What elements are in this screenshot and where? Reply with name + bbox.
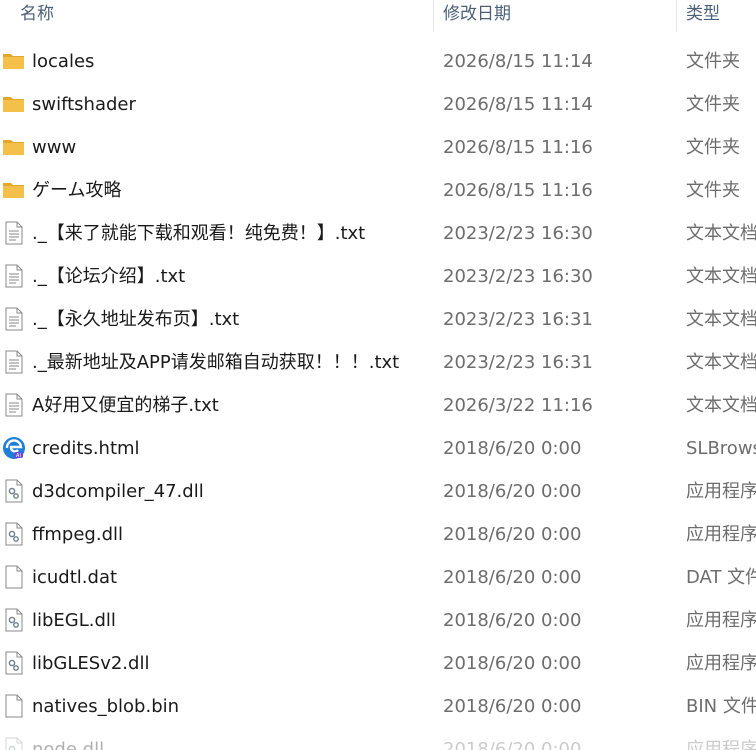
file-type: 文本文档 [686, 395, 756, 416]
file-type: 文件夹 [686, 94, 740, 115]
file-type: 文本文档 [686, 223, 756, 244]
file-type: 文本文档 [686, 266, 756, 287]
file-date-modified: 2018/6/20 0:00 [443, 438, 582, 459]
dll-file-icon [2, 522, 26, 546]
file-name: icudtl.dat [32, 567, 118, 588]
file-date-modified: 2018/6/20 0:00 [443, 696, 582, 717]
file-type: 文本文档 [686, 352, 756, 373]
file-date-modified: 2023/2/23 16:31 [443, 352, 593, 373]
file-name: credits.html [32, 438, 140, 459]
dll-file-icon [2, 651, 26, 675]
file-row[interactable]: libEGL.dll 2018/6/20 0:00 应用程序扩展 [0, 599, 756, 642]
file-type: 应用程序扩展 [686, 653, 756, 674]
file-type: 应用程序扩展 [686, 481, 756, 502]
column-header: 名称 修改日期 类型 [0, 0, 756, 34]
folder-icon [2, 92, 26, 116]
file-date-modified: 2026/8/15 11:16 [443, 180, 593, 201]
folder-icon [2, 135, 26, 159]
file-name: natives_blob.bin [32, 696, 180, 717]
file-row[interactable]: AI credits.html 2018/6/20 0:00 SLBrowser [0, 427, 756, 470]
file-row[interactable]: icudtl.dat 2018/6/20 0:00 DAT 文件 [0, 556, 756, 599]
file-name: swiftshader [32, 94, 136, 115]
text-file-icon [2, 307, 26, 331]
file-explorer-window: 名称 修改日期 类型 locales 2026/8/15 11:14 文件夹 swif… [0, 0, 756, 750]
file-row[interactable]: www 2026/8/15 11:16 文件夹 [0, 126, 756, 169]
blank-file-icon [2, 694, 26, 718]
file-date-modified: 2026/3/22 11:16 [443, 395, 593, 416]
file-type: 文本文档 [686, 309, 756, 330]
file-row[interactable]: ._最新地址及APP请发邮箱自动获取！！！.txt 2023/2/23 16:31… [0, 341, 756, 384]
file-row[interactable]: ._【永久地址发布页】.txt 2023/2/23 16:31 文本文档 [0, 298, 756, 341]
svg-text:AI: AI [16, 453, 21, 459]
file-type: 文件夹 [686, 137, 740, 158]
text-file-icon [2, 221, 26, 245]
file-row[interactable]: node.dll 2018/6/20 0:00 应用程序扩展 [0, 728, 756, 750]
file-name: ._最新地址及APP请发邮箱自动获取！！！.txt [32, 352, 400, 373]
file-name: ._【论坛介绍】.txt [32, 266, 186, 287]
file-type: DAT 文件 [686, 567, 756, 588]
file-date-modified: 2026/8/15 11:14 [443, 51, 593, 72]
column-divider[interactable] [676, 0, 677, 32]
text-file-icon [2, 393, 26, 417]
file-name: ゲーム攻略 [32, 180, 122, 201]
file-row[interactable]: ゲーム攻略 2026/8/15 11:16 文件夹 [0, 169, 756, 212]
column-header-date-modified[interactable]: 修改日期 [443, 0, 511, 30]
folder-icon [2, 178, 26, 202]
file-name: libGLESv2.dll [32, 653, 150, 674]
file-row[interactable]: libGLESv2.dll 2018/6/20 0:00 应用程序扩展 [0, 642, 756, 685]
file-name: www [32, 137, 77, 158]
column-header-type[interactable]: 类型 [686, 0, 720, 30]
file-row[interactable]: A好用又便宜的梯子.txt 2026/3/22 11:16 文本文档 [0, 384, 756, 427]
text-file-icon [2, 350, 26, 374]
file-date-modified: 2018/6/20 0:00 [443, 524, 582, 545]
file-type: BIN 文件 [686, 696, 756, 717]
file-name: ._【来了就能下载和观看！纯免费！】.txt [32, 223, 366, 244]
file-row[interactable]: locales 2026/8/15 11:14 文件夹 [0, 40, 756, 83]
file-name: A好用又便宜的梯子.txt [32, 395, 219, 416]
file-name: libEGL.dll [32, 610, 116, 631]
file-row[interactable]: swiftshader 2026/8/15 11:14 文件夹 [0, 83, 756, 126]
file-name: ._【永久地址发布页】.txt [32, 309, 240, 330]
file-row[interactable]: ffmpeg.dll 2018/6/20 0:00 应用程序扩展 [0, 513, 756, 556]
file-type: 应用程序扩展 [686, 739, 756, 750]
file-type: 应用程序扩展 [686, 610, 756, 631]
dll-file-icon [2, 608, 26, 632]
file-date-modified: 2023/2/23 16:31 [443, 309, 593, 330]
column-header-name[interactable]: 名称 [20, 0, 54, 30]
file-name: node.dll [32, 739, 105, 750]
file-row[interactable]: d3dcompiler_47.dll 2018/6/20 0:00 应用程序扩展 [0, 470, 756, 513]
file-type: 文件夹 [686, 51, 740, 72]
file-date-modified: 2026/8/15 11:16 [443, 137, 593, 158]
browser-html-icon: AI [2, 436, 26, 460]
column-divider[interactable] [433, 0, 434, 32]
file-date-modified: 2018/6/20 0:00 [443, 739, 582, 750]
file-date-modified: 2026/8/15 11:14 [443, 94, 593, 115]
file-name: d3dcompiler_47.dll [32, 481, 204, 502]
file-date-modified: 2018/6/20 0:00 [443, 481, 582, 502]
file-type: 应用程序扩展 [686, 524, 756, 545]
file-type: SLBrowser [686, 438, 756, 459]
text-file-icon [2, 264, 26, 288]
file-date-modified: 2018/6/20 0:00 [443, 567, 582, 588]
file-type: 文件夹 [686, 180, 740, 201]
file-date-modified: 2018/6/20 0:00 [443, 653, 582, 674]
file-date-modified: 2018/6/20 0:00 [443, 610, 582, 631]
file-date-modified: 2023/2/23 16:30 [443, 266, 593, 287]
file-date-modified: 2023/2/23 16:30 [443, 223, 593, 244]
dll-file-icon [2, 479, 26, 503]
file-name: ffmpeg.dll [32, 524, 124, 545]
blank-file-icon [2, 565, 26, 589]
file-row[interactable]: ._【来了就能下载和观看！纯免费！】.txt 2023/2/23 16:30 文本文… [0, 212, 756, 255]
folder-icon [2, 49, 26, 73]
file-row[interactable]: ._【论坛介绍】.txt 2023/2/23 16:30 文本文档 [0, 255, 756, 298]
dll-file-icon [2, 737, 26, 750]
file-name: locales [32, 51, 95, 72]
file-row[interactable]: natives_blob.bin 2018/6/20 0:00 BIN 文件 [0, 685, 756, 728]
